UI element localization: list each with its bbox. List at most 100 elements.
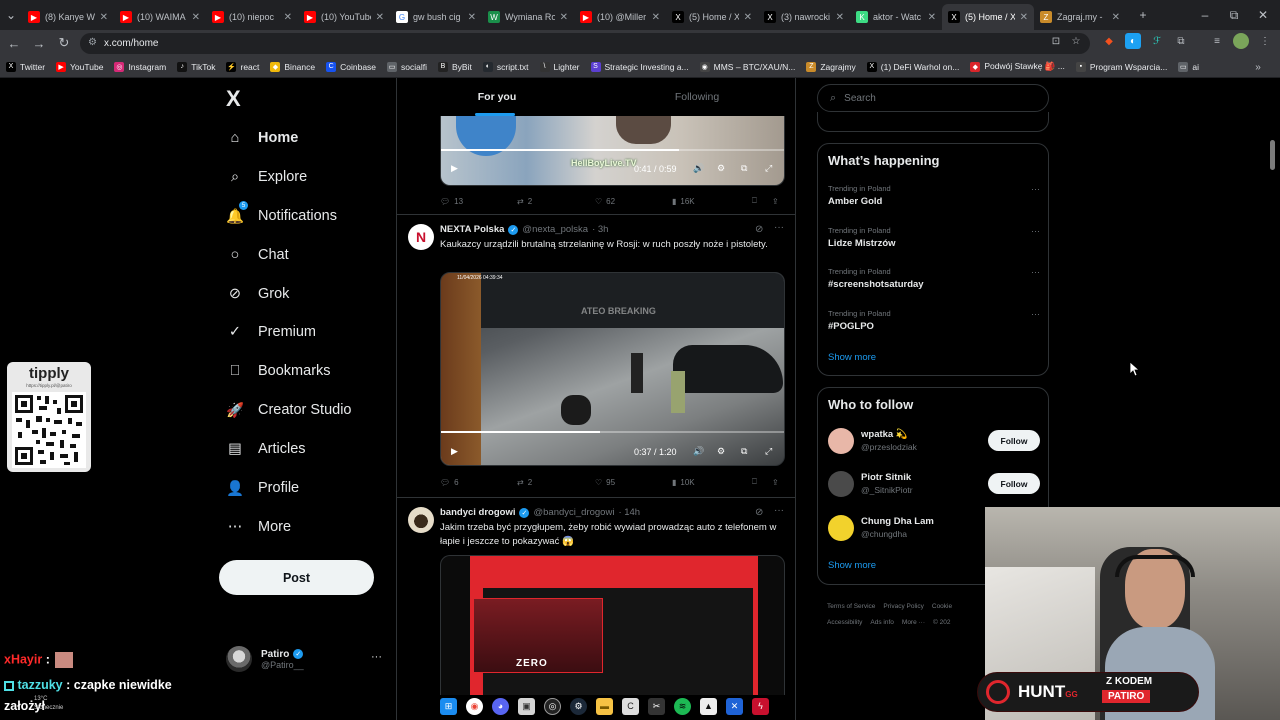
install-app-icon[interactable]: ⊡ <box>1048 33 1064 49</box>
tweet-author-name[interactable]: bandyci drogowi <box>440 507 515 518</box>
close-tab-icon[interactable]: ✕ <box>1112 12 1120 23</box>
tools-icon[interactable]: ✂ <box>648 697 665 715</box>
post-button[interactable]: Post <box>219 560 374 595</box>
trend-item[interactable]: Trending in Poland #screenshotsaturday ··· <box>828 267 1040 290</box>
footer-link[interactable]: More ··· <box>902 619 925 626</box>
page-scrollbar[interactable] <box>1270 140 1275 170</box>
tweet-video-2[interactable]: 11/04/2026 04:39:34 ATEO BREAKING ▶ 0:37… <box>440 272 785 466</box>
footer-link[interactable]: © 202 <box>933 619 950 626</box>
windows-start-icon[interactable]: ⊞ <box>440 697 457 715</box>
sidebar-item-home[interactable]: ⌂ Home <box>226 124 299 152</box>
browser-tab[interactable]: Kaktor - Watc ✕ <box>850 4 942 30</box>
footer-link[interactable]: Ads info <box>870 619 894 626</box>
volume-icon[interactable]: 🔊 <box>693 163 704 174</box>
trend-item[interactable]: Trending in Poland #POGLPO ··· <box>828 309 1040 332</box>
pip-icon[interactable]: ⧉ <box>741 163 747 174</box>
close-tab-icon[interactable]: ✕ <box>928 12 936 23</box>
sidebar-item-grok[interactable]: ⊘ Grok <box>226 280 290 308</box>
bookmark-item[interactable]: ◎ Instagram <box>114 61 166 72</box>
close-tab-icon[interactable]: ✕ <box>192 12 200 23</box>
extension-blue-icon[interactable]: ◐ <box>1125 33 1141 49</box>
sidebar-item-explore[interactable]: ⌕ Explore <box>226 163 307 191</box>
bookmark-item[interactable]: ◆ Podwój Stawkę 🎒 ... <box>970 61 1065 72</box>
share-button[interactable]: ⇪ <box>772 197 779 206</box>
who-to-follow-show-more-link[interactable]: Show more <box>828 560 876 571</box>
steam-icon[interactable]: ⚙ <box>570 697 587 715</box>
footer-link[interactable]: Accessibility <box>827 619 862 626</box>
follow-suggestion[interactable]: wpatka 💫 @przeslodziak Follow <box>828 428 1040 458</box>
bookmark-star-icon[interactable]: ☆ <box>1068 33 1084 49</box>
sidebar-item-premium[interactable]: ✓ Premium <box>226 318 316 346</box>
app-icon[interactable]: ✕ <box>726 697 743 715</box>
app-icon[interactable]: ◎ <box>544 697 561 715</box>
bookmark-item[interactable]: Z Zagrajmy <box>806 61 856 72</box>
bookmark-tweet-button[interactable]: ⎕ <box>752 196 772 206</box>
tweet-author-handle[interactable]: @bandyci_drogowi <box>533 507 614 518</box>
fullscreen-icon[interactable]: ⤢ <box>765 446 772 457</box>
tab-for-you[interactable]: For you <box>397 78 597 116</box>
bookmark-item[interactable]: ◆ Binance <box>270 61 315 72</box>
browser-menu-icon[interactable]: ⋮ <box>1257 33 1273 49</box>
trends-show-more-link[interactable]: Show more <box>828 352 876 363</box>
obs-icon[interactable]: ▣ <box>518 697 535 715</box>
browser-tab[interactable]: Z Zagraj.my - ✕ <box>1034 4 1126 30</box>
reply-button[interactable]: 💬︎ 13 <box>440 197 517 206</box>
bookmark-item[interactable]: ⚡ react <box>226 61 259 72</box>
back-button[interactable]: ← <box>3 32 25 54</box>
bookmark-item[interactable]: \ Lighter <box>539 61 580 72</box>
browser-tab[interactable]: ▶ (10) @Miller ✕ <box>574 4 666 30</box>
close-tab-icon[interactable]: ✕ <box>468 12 476 23</box>
video-1-scrubber[interactable] <box>441 149 784 151</box>
grok-icon[interactable]: ⊘ <box>755 224 763 235</box>
ccleaner-icon[interactable]: C <box>622 697 639 715</box>
extensions-puzzle-icon[interactable]: ⧉ <box>1173 33 1189 49</box>
follow-suggestion[interactable]: Piotr Sitnik @_SitnikPiotr Follow <box>828 471 1040 501</box>
app-icon[interactable]: ϟ <box>752 697 769 715</box>
browser-tab[interactable]: X (5) Home / X ✕ <box>666 4 758 30</box>
bookmark-item[interactable]: ▶ YouTube <box>56 61 103 72</box>
reload-button[interactable]: ↻ <box>53 32 75 54</box>
account-switcher[interactable]: Patiro ✓ @Patiro__ ··· <box>226 645 386 673</box>
bookmark-item[interactable]: X Twitter <box>6 61 45 72</box>
app-icon[interactable]: ▲ <box>700 697 717 715</box>
bookmark-item[interactable]: ◐ script.txt <box>482 61 529 72</box>
profile-avatar-icon[interactable] <box>1233 33 1249 49</box>
views-button[interactable]: ▮ 10K <box>672 478 752 487</box>
footer-link[interactable]: Cookie <box>932 603 952 610</box>
bookmark-item[interactable]: S Strategic Investing a... <box>590 61 689 72</box>
site-info-icon[interactable]: ⚙ <box>88 37 97 48</box>
trend-more-icon[interactable]: ··· <box>1031 309 1040 319</box>
bookmark-item[interactable]: ▪ Program Wsparcia... <box>1075 61 1167 72</box>
fullscreen-icon[interactable]: ⤢ <box>765 163 772 174</box>
trend-item[interactable]: Trending in Poland Amber Gold ··· <box>828 184 1040 207</box>
sidebar-item-more[interactable]: ⋯ More <box>226 513 291 541</box>
close-tab-icon[interactable]: ✕ <box>744 12 752 23</box>
chrome-icon[interactable]: ◉ <box>466 697 483 715</box>
browser-tab[interactable]: X (5) Home / X ✕ <box>942 4 1034 30</box>
sidebar-item-articles[interactable]: ▤ Articles <box>226 435 305 463</box>
browser-tab[interactable]: Ggw bush cig ✕ <box>390 4 482 30</box>
bookmark-item[interactable]: ▭ socialfi <box>387 61 427 72</box>
tweet-more-icon[interactable]: ··· <box>774 222 784 233</box>
repost-button[interactable]: ⇄ 2 <box>517 478 595 487</box>
bookmark-item[interactable]: X (1) DeFi Warhol on... <box>866 61 959 72</box>
pip-icon[interactable]: ⧉ <box>741 446 747 457</box>
media-control-icon[interactable]: ≡ <box>1209 33 1225 49</box>
browser-tab[interactable]: ▶ (10) niepoc ✕ <box>206 4 298 30</box>
follow-button[interactable]: Follow <box>988 473 1040 494</box>
browser-tab[interactable]: X (3) nawrocki ✕ <box>758 4 850 30</box>
sidebar-item-chat[interactable]: ○ Chat <box>226 241 289 269</box>
footer-link[interactable]: Privacy Policy <box>883 603 923 610</box>
repost-button[interactable]: ⇄ 2 <box>517 197 595 206</box>
new-tab-button[interactable]: + <box>1132 4 1154 26</box>
close-tab-icon[interactable]: ✕ <box>652 12 660 23</box>
tweet-video-3[interactable]: ZERO <box>440 555 785 695</box>
close-tab-icon[interactable]: ✕ <box>560 12 568 23</box>
bookmark-tweet-button[interactable]: ⎕ <box>752 477 772 487</box>
address-bar[interactable]: ⚙ x.com/home <box>80 33 1090 54</box>
tab-search-chevron-icon[interactable]: ⌄ <box>0 4 22 26</box>
browser-tab[interactable]: W Wymiana Ro ✕ <box>482 4 574 30</box>
close-tab-icon[interactable]: ✕ <box>376 12 384 23</box>
x-logo[interactable]: X <box>226 88 248 110</box>
footer-link[interactable]: Terms of Service <box>827 603 875 610</box>
